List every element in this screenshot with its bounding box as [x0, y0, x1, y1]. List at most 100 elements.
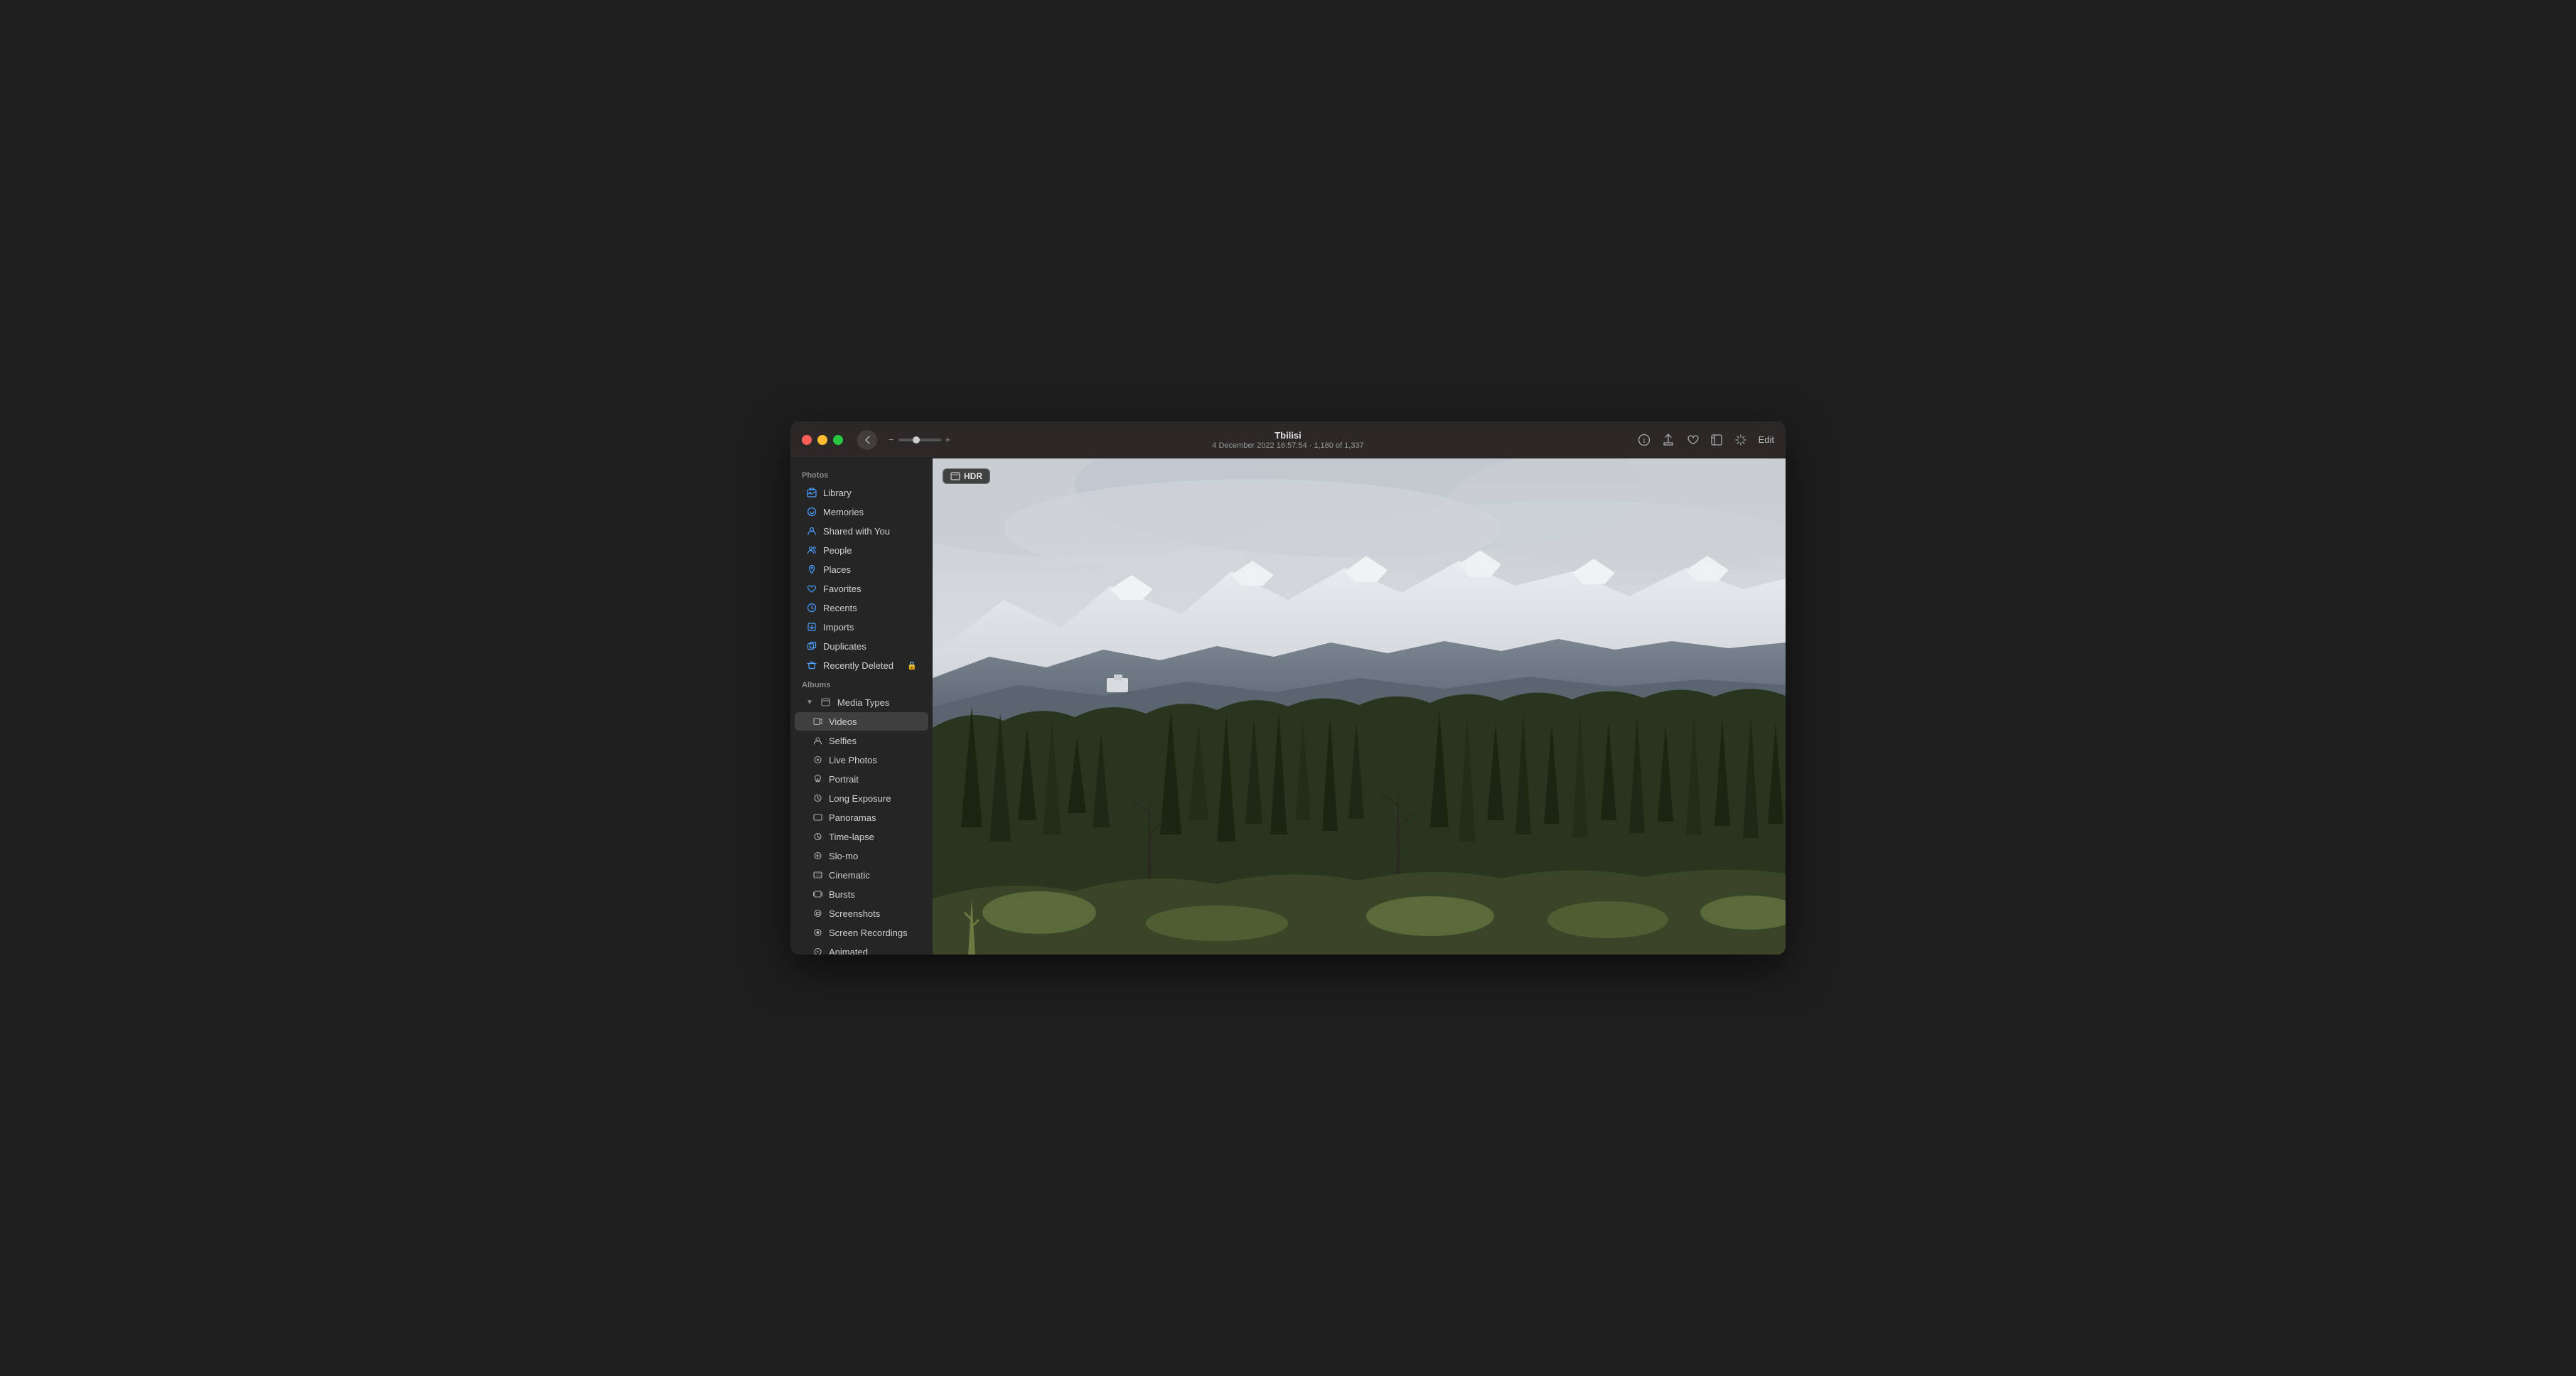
- library-icon: [806, 487, 817, 498]
- app-window: − + Tbilisi 4 December 2022 16:57:54 · 1…: [790, 421, 1786, 955]
- sidebar-item-screen-recordings[interactable]: Screen Recordings: [795, 923, 928, 942]
- close-button[interactable]: [802, 435, 812, 445]
- media-types-label: Media Types: [837, 697, 889, 708]
- albums-section-label: Albums: [790, 675, 933, 692]
- photo-title: Tbilisi: [1212, 430, 1363, 441]
- sidebar-item-cinematic[interactable]: Cinematic: [795, 866, 928, 884]
- sidebar-item-long-exposure[interactable]: Long Exposure: [795, 789, 928, 807]
- photo-area: HDR: [933, 458, 1786, 955]
- sidebar-item-videos[interactable]: Videos: [795, 712, 928, 731]
- add-to-album-button[interactable]: [1710, 434, 1723, 446]
- sidebar-item-live-photos[interactable]: Live Photos: [795, 751, 928, 769]
- selfies-icon: [812, 735, 823, 746]
- zoom-minus-icon[interactable]: −: [889, 434, 894, 445]
- hdr-badge: HDR: [943, 468, 990, 484]
- titlebar-actions: i: [1638, 434, 1774, 446]
- duplicates-label: Duplicates: [823, 641, 866, 652]
- recents-icon: [806, 602, 817, 613]
- titlebar-center: Tbilisi 4 December 2022 16:57:54 · 1,180…: [1212, 430, 1363, 450]
- people-label: People: [823, 545, 852, 556]
- zoom-plus-icon[interactable]: +: [945, 434, 951, 445]
- places-icon: [806, 564, 817, 575]
- share-button[interactable]: [1662, 434, 1675, 446]
- recently-deleted-icon: [806, 660, 817, 671]
- long-exposure-icon: [812, 792, 823, 804]
- recents-label: Recents: [823, 603, 857, 613]
- portrait-label: Portrait: [829, 774, 859, 785]
- sidebar-item-time-lapse[interactable]: Time-lapse: [795, 827, 928, 846]
- info-button[interactable]: i: [1638, 434, 1651, 446]
- sidebar-item-media-types[interactable]: ▼ Media Types: [795, 693, 928, 711]
- sidebar-item-animated[interactable]: Animated: [795, 942, 928, 955]
- sidebar-item-imports[interactable]: Imports: [795, 618, 928, 636]
- screenshots-label: Screenshots: [829, 908, 880, 919]
- bursts-icon: [812, 888, 823, 900]
- sidebar-item-memories[interactable]: Memories: [795, 502, 928, 521]
- photos-section-label: Photos: [790, 466, 933, 483]
- screen-recordings-label: Screen Recordings: [829, 928, 908, 938]
- zoom-control: − +: [889, 434, 950, 445]
- panoramas-label: Panoramas: [829, 812, 876, 823]
- sidebar-item-bursts[interactable]: Bursts: [795, 885, 928, 903]
- zoom-slider[interactable]: [898, 439, 941, 441]
- expand-icon: ▼: [806, 699, 813, 706]
- favorites-label: Favorites: [823, 584, 861, 594]
- screenshots-icon: [812, 908, 823, 919]
- enhance-button[interactable]: [1734, 434, 1747, 446]
- main-content: Photos Library: [790, 458, 1786, 955]
- minimize-button[interactable]: [817, 435, 827, 445]
- live-photos-label: Live Photos: [829, 755, 877, 765]
- sidebar-item-people[interactable]: People: [795, 541, 928, 559]
- svg-text:i: i: [1643, 437, 1645, 445]
- sidebar-item-recently-deleted[interactable]: Recently Deleted 🔒: [795, 656, 928, 674]
- screen-recordings-icon: [812, 927, 823, 938]
- videos-icon: [812, 716, 823, 727]
- favorites-icon: [806, 583, 817, 594]
- slo-mo-icon: [812, 850, 823, 861]
- sidebar-item-portrait[interactable]: Portrait: [795, 770, 928, 788]
- animated-icon: [812, 946, 823, 955]
- imports-icon: [806, 621, 817, 633]
- animated-label: Animated: [829, 947, 868, 955]
- memories-icon: [806, 506, 817, 517]
- cinematic-label: Cinematic: [829, 870, 870, 881]
- sidebar-item-recents[interactable]: Recents: [795, 598, 928, 617]
- recently-deleted-label: Recently Deleted: [823, 660, 893, 671]
- maximize-button[interactable]: [833, 435, 843, 445]
- sidebar-item-selfies[interactable]: Selfies: [795, 731, 928, 750]
- people-icon: [806, 544, 817, 556]
- places-label: Places: [823, 564, 851, 575]
- nav-controls: − +: [857, 430, 950, 450]
- bursts-label: Bursts: [829, 889, 855, 900]
- duplicates-icon: [806, 640, 817, 652]
- selfies-label: Selfies: [829, 736, 857, 746]
- sidebar-item-panoramas[interactable]: Panoramas: [795, 808, 928, 827]
- sidebar-item-screenshots[interactable]: Screenshots: [795, 904, 928, 923]
- sidebar-item-duplicates[interactable]: Duplicates: [795, 637, 928, 655]
- videos-label: Videos: [829, 716, 857, 727]
- sidebar-item-shared-with-you[interactable]: Shared with You: [795, 522, 928, 540]
- sidebar-item-favorites[interactable]: Favorites: [795, 579, 928, 598]
- panoramas-icon: [812, 812, 823, 823]
- photo-subtitle: 4 December 2022 16:57:54 · 1,180 of 1,33…: [1212, 441, 1363, 450]
- long-exposure-label: Long Exposure: [829, 793, 891, 804]
- titlebar: − + Tbilisi 4 December 2022 16:57:54 · 1…: [790, 421, 1786, 458]
- imports-label: Imports: [823, 622, 854, 633]
- photo-canvas: [933, 458, 1786, 955]
- time-lapse-icon: [812, 831, 823, 842]
- time-lapse-label: Time-lapse: [829, 832, 874, 842]
- live-photos-icon: [812, 754, 823, 765]
- favorite-button[interactable]: [1686, 434, 1699, 446]
- cinematic-icon: [812, 869, 823, 881]
- sidebar-item-places[interactable]: Places: [795, 560, 928, 579]
- sidebar-item-slo-mo[interactable]: Slo-mo: [795, 846, 928, 865]
- zoom-thumb: [913, 436, 920, 444]
- back-button[interactable]: [857, 430, 877, 450]
- edit-button[interactable]: Edit: [1759, 434, 1774, 445]
- hdr-label: HDR: [964, 471, 982, 481]
- slo-mo-label: Slo-mo: [829, 851, 858, 861]
- lock-icon: 🔒: [907, 661, 917, 670]
- library-label: Library: [823, 488, 852, 498]
- sidebar-item-library[interactable]: Library: [795, 483, 928, 502]
- shared-with-you-label: Shared with You: [823, 526, 890, 537]
